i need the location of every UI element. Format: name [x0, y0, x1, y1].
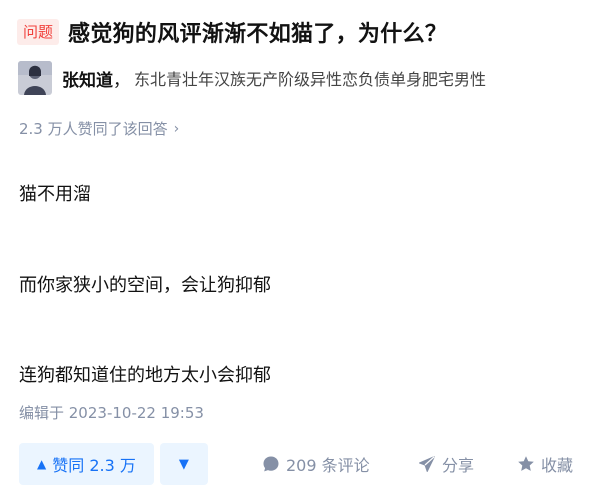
- avatar-image: [18, 61, 52, 95]
- star-icon: [518, 456, 534, 471]
- comment-icon: [263, 456, 279, 472]
- chevron-right-icon: ›: [173, 120, 180, 137]
- upvote-icon: ▲: [37, 457, 47, 471]
- question-header[interactable]: 问题 感觉狗的风评渐渐不如猫了，为什么？: [17, 15, 447, 49]
- author-separator: ，: [113, 70, 130, 91]
- share-label: 分享: [442, 456, 475, 475]
- author-info: 张知道 ， 东北青壮年汉族无产阶级异性恋负债单身肥宅男性: [18, 60, 486, 96]
- downvote-button[interactable]: ▼: [159, 443, 208, 485]
- answer-paragraph: 而你家狭小的空间，会让狗抑郁: [19, 275, 271, 296]
- favorite-button[interactable]: 收藏: [517, 452, 573, 476]
- answer-paragraph: 猫不用溜: [19, 184, 91, 205]
- share-button[interactable]: 分享: [418, 452, 474, 476]
- avatar[interactable]: [18, 61, 52, 95]
- author-bio: 东北青壮年汉族无产阶级异性恋负债单身肥宅男性: [134, 70, 487, 89]
- answer-paragraph: 连狗都知道住的地方太小会抑郁: [19, 365, 271, 386]
- upvote-label: 赞同 2.3 万: [52, 456, 136, 475]
- comment-button[interactable]: 209 条评论: [262, 452, 370, 476]
- vote-summary-link[interactable]: 2.3 万人赞同了该回答 ›: [19, 118, 179, 139]
- vote-summary-text: 2.3 万人赞同了该回答: [19, 120, 168, 138]
- edited-timestamp[interactable]: 编辑于 2023-10-22 19:53: [19, 402, 204, 423]
- question-title[interactable]: 感觉狗的风评渐渐不如猫了，为什么？: [68, 16, 447, 48]
- action-bar: ▲ 赞同 2.3 万 ▼ 209 条评论 分享 收藏: [19, 443, 573, 485]
- comment-label: 209 条评论: [286, 456, 370, 475]
- question-tag: 问题: [17, 19, 60, 45]
- answer-card: 问题 感觉狗的风评渐渐不如猫了，为什么？ 张知道 ， 东北青壮年汉族无产阶级异性…: [0, 0, 600, 500]
- favorite-label: 收藏: [541, 456, 574, 475]
- share-icon: [419, 456, 435, 472]
- upvote-button[interactable]: ▲ 赞同 2.3 万: [19, 443, 154, 485]
- author-name[interactable]: 张知道: [62, 66, 113, 91]
- downvote-icon: ▼: [178, 456, 189, 472]
